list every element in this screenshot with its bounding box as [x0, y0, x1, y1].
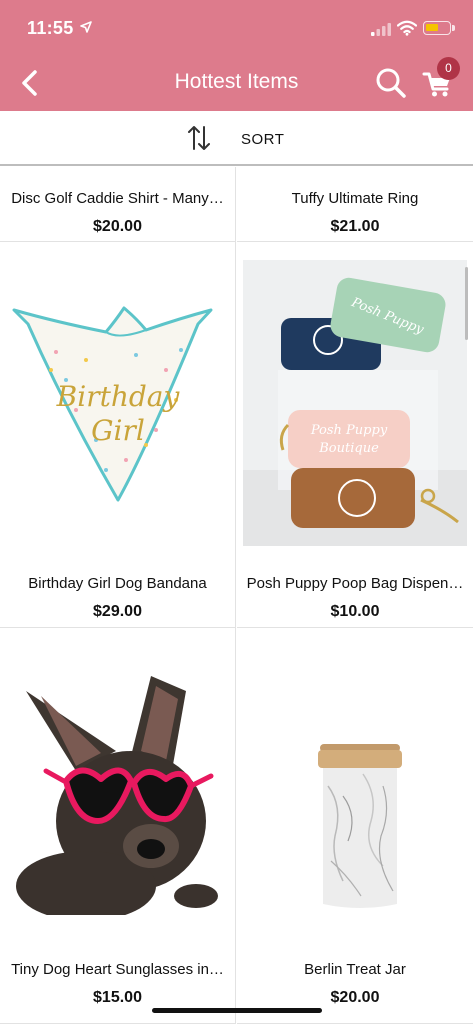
cellular-signal-icon	[371, 23, 391, 36]
search-icon	[376, 68, 406, 98]
product-price: $20.00	[93, 218, 142, 235]
sort-bar[interactable]: SORT	[0, 111, 473, 166]
product-name: Tiny Dog Heart Sunglasses in…	[11, 961, 224, 978]
product-name: Disc Golf Caddie Shirt - Many…	[11, 190, 224, 207]
product-image: Posh Puppy Posh Puppy Boutique	[243, 260, 467, 546]
poop-bag-dispenser-image: Posh Puppy Posh Puppy Boutique	[243, 260, 467, 546]
wifi-icon	[397, 20, 417, 36]
location-arrow-icon	[80, 21, 92, 33]
search-button[interactable]	[374, 66, 408, 100]
product-price: $29.00	[93, 603, 142, 620]
product-price: $10.00	[330, 603, 380, 620]
product-card[interactable]: Disc Golf Caddie Shirt - Many… $20.00	[0, 167, 236, 242]
bandana-image: Birthday Girl	[12, 306, 213, 502]
sort-arrows-icon	[188, 126, 210, 150]
product-image	[243, 646, 467, 932]
treat-jar-image	[318, 744, 402, 908]
product-card[interactable]: Tiny Dog Heart Sunglasses in… $15.00	[0, 628, 236, 1024]
home-indicator[interactable]	[152, 1008, 322, 1013]
product-price: $15.00	[93, 989, 142, 1006]
battery-icon	[423, 21, 455, 35]
product-card[interactable]: Birthday Girl Birthday Girl Dog Bandana …	[0, 242, 236, 628]
sort-label: SORT	[241, 131, 285, 148]
scroll-indicator[interactable]	[465, 267, 468, 340]
svg-text:Birthday: Birthday	[56, 380, 181, 413]
product-name: Berlin Treat Jar	[304, 961, 406, 978]
dog-sunglasses-image	[6, 671, 230, 921]
svg-text:Girl: Girl	[91, 414, 145, 447]
product-name: Posh Puppy Poop Bag Dispen…	[246, 575, 464, 592]
product-image: Birthday Girl	[6, 260, 230, 546]
product-price: $21.00	[330, 218, 380, 235]
product-card[interactable]: Tuffy Ultimate Ring $21.00	[237, 167, 473, 242]
product-name: Tuffy Ultimate Ring	[291, 190, 419, 207]
product-name: Birthday Girl Dog Bandana	[28, 575, 207, 592]
svg-text:Posh Puppy: Posh Puppy	[310, 423, 388, 438]
product-card[interactable]: Berlin Treat Jar $20.00	[237, 628, 473, 1024]
product-price: $20.00	[330, 989, 380, 1006]
svg-text:Boutique: Boutique	[318, 441, 379, 456]
nav-bar: Hottest Items	[0, 58, 473, 111]
status-bar: 11:55	[0, 0, 473, 58]
product-card[interactable]: Posh Puppy Posh Puppy Boutique Posh Pupp…	[237, 242, 473, 628]
app-header: 11:55 Hottest Items 0	[0, 0, 473, 111]
product-image	[6, 671, 230, 921]
cart-count-badge: 0	[437, 57, 460, 80]
status-time: 11:55	[27, 18, 74, 38]
